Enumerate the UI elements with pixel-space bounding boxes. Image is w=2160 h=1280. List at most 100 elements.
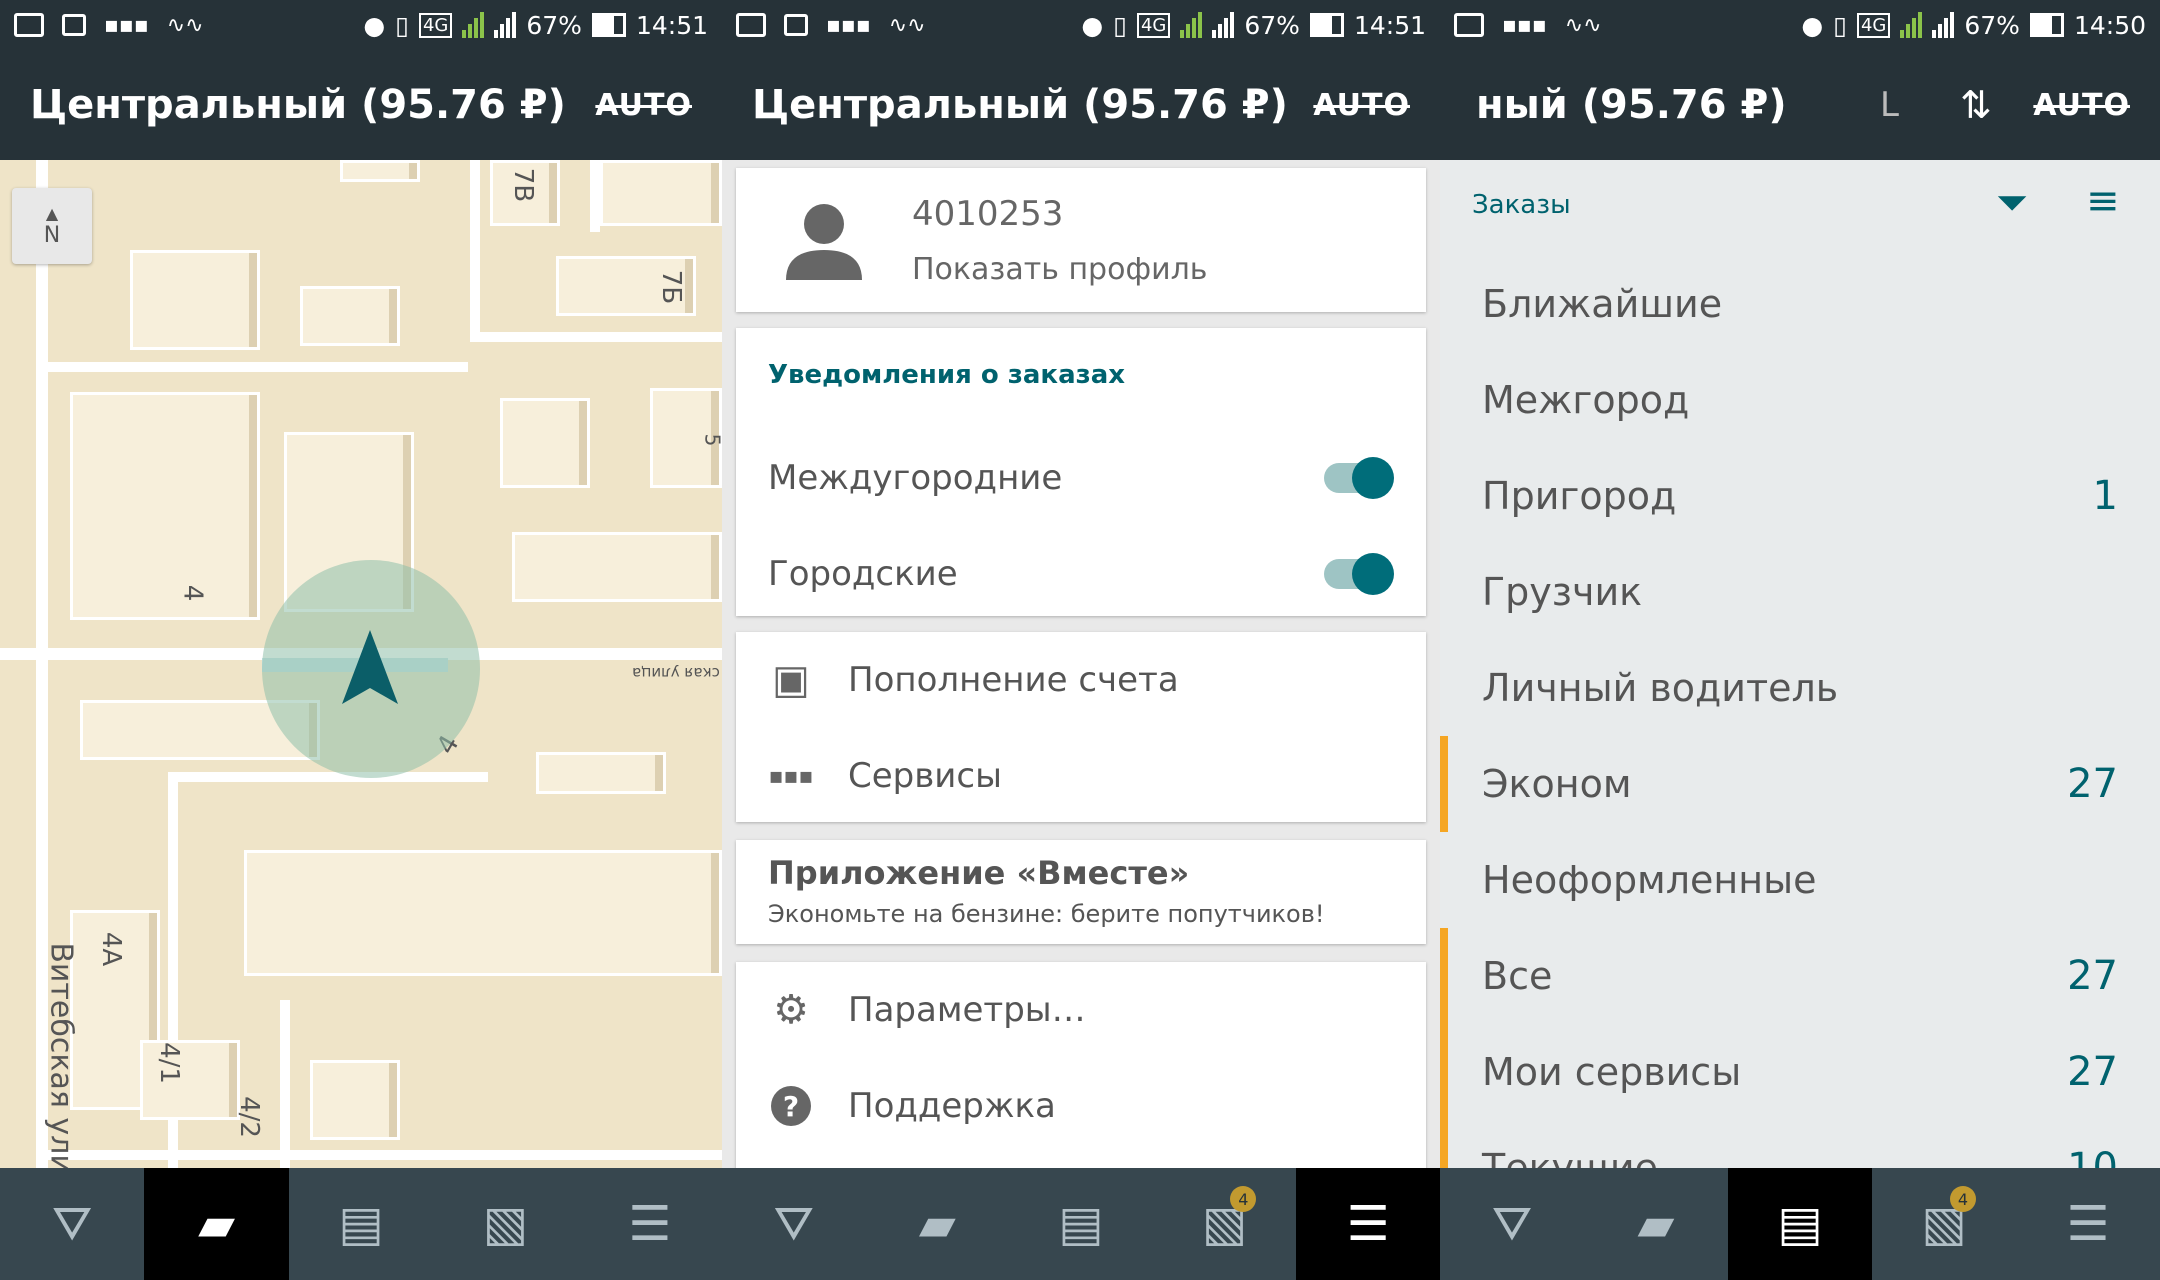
clock: 14:51	[1353, 10, 1426, 40]
list-item[interactable]: Пригород 1	[1440, 448, 2160, 544]
active-marker	[1440, 1024, 1448, 1120]
orders-list: Заказы ⏷ ≡ Ближайшие Межгород Пригород 1…	[1440, 160, 2160, 1216]
list-item-label: Межгород	[1482, 378, 1690, 422]
map-view[interactable]: 7В 7Б 4 4 4А 4/1 4/2 ская улица Витебска…	[0, 160, 722, 1168]
tab-chat[interactable]: ▧ 4	[1153, 1168, 1297, 1280]
tab-orders[interactable]: ▤	[289, 1168, 433, 1280]
tab-menu[interactable]: ☰	[2016, 1168, 2160, 1280]
page-title[interactable]: ный (95.76 ₽)	[1476, 82, 1787, 128]
sim2-signal-icon	[494, 12, 517, 38]
menu-item-topup[interactable]: ▣ Пополнение счета	[736, 632, 1426, 728]
auto-toggle-button[interactable]: AUTO	[595, 88, 692, 123]
battery-icon	[1309, 13, 1344, 37]
page-title[interactable]: Центральный (95.76 ₽)	[752, 82, 1288, 128]
wallet-icon: ▣	[772, 657, 810, 703]
sort-icon[interactable]: ≡	[2086, 178, 2120, 224]
sim1-signal-icon	[1900, 12, 1923, 38]
page-title[interactable]: Центральный (95.76 ₽)	[30, 82, 566, 128]
toggle-row-city[interactable]: Городские	[736, 526, 1426, 622]
laptop-icon	[1454, 13, 1484, 37]
compass-button[interactable]: ▲ N	[12, 188, 92, 264]
panel-orders: ▪▪▪ ∿∿ ● ▯ 4G 67% 14:50 ный (95.76 ₽) L …	[1440, 0, 2160, 1280]
image-icon	[784, 14, 808, 36]
taxi-icon: ▪▪▪	[104, 12, 149, 38]
tab-road[interactable]: ⛛	[1440, 1168, 1584, 1280]
menu-icon: ☰	[1346, 1196, 1390, 1252]
tab-menu[interactable]: ☰	[1296, 1168, 1440, 1280]
list-item[interactable]: Мои сервисы 27	[1440, 1024, 2160, 1120]
city-toggle[interactable]	[1324, 553, 1394, 595]
building	[500, 398, 590, 488]
map-label: 7Б	[656, 269, 687, 305]
auto-toggle-button[interactable]: AUTO	[2033, 88, 2130, 123]
list-item[interactable]: Все 27	[1440, 928, 2160, 1024]
list-item-count: 27	[2067, 953, 2118, 999]
panel-map: ▪▪▪ ∿∿ ● ▯ 4G 67% 14:51 Центральный (95.…	[0, 0, 722, 1280]
tab-road[interactable]: ⛛	[0, 1168, 144, 1280]
chat-icon: ▧	[482, 1196, 529, 1252]
map-label: 5	[700, 433, 722, 447]
tab-menu[interactable]: ☰	[578, 1168, 722, 1280]
panel-drawer: ▪▪▪ ∿∿ ● ▯ 4G 67% 14:51 Центральный (95.…	[722, 0, 1440, 1280]
list-item-label: Ближайшие	[1482, 282, 1723, 326]
menu-item-services[interactable]: ▪▪▪ Сервисы	[736, 728, 1426, 824]
tab-map[interactable]: ▰	[144, 1168, 289, 1280]
building	[310, 1060, 400, 1140]
chat-badge: 4	[1230, 1186, 1257, 1212]
list-item-label: Мои сервисы	[1482, 1050, 1742, 1094]
list-item[interactable]: Неоформленные	[1440, 832, 2160, 928]
notifications-header: Уведомления о заказах	[768, 360, 1126, 390]
battery-percent: 67%	[1244, 10, 1300, 40]
battery-icon	[2029, 13, 2064, 37]
list-item-label: Все	[1482, 954, 1553, 998]
taxi-icon: ▪▪▪	[768, 763, 814, 789]
list-item-label: Личный водитель	[1482, 666, 1839, 710]
road	[48, 1150, 722, 1160]
sim1-signal-icon	[1180, 12, 1203, 38]
app-bar: ный (95.76 ₽) L ⇅ AUTO	[1440, 50, 2160, 160]
clock: 14:50	[2073, 10, 2146, 40]
list-item[interactable]: Личный водитель	[1440, 640, 2160, 736]
toggle-label: Междугородние	[768, 458, 1063, 498]
menu-item-label: Параметры…	[848, 990, 1086, 1030]
map-label: 4	[177, 584, 208, 602]
menu-item-support[interactable]: ? Поддержка	[736, 1058, 1426, 1154]
profile-card[interactable]: 4010253 Показать профиль	[736, 168, 1426, 312]
tab-chat[interactable]: ▧	[433, 1168, 577, 1280]
tab-map[interactable]: ▰	[866, 1168, 1010, 1280]
tab-road[interactable]: ⛛	[722, 1168, 866, 1280]
road	[168, 772, 488, 782]
menu-item-label: Сервисы	[848, 756, 1002, 796]
orders-list-icon: ▤	[1777, 1196, 1823, 1252]
show-profile-link[interactable]: Показать профиль	[912, 252, 1207, 287]
network-type: 4G	[418, 12, 453, 38]
bottom-nav: ⛛ ▰ ▤ ▧ ☰	[0, 1168, 722, 1280]
list-item[interactable]: Межгород	[1440, 352, 2160, 448]
gear-icon: ⚙	[773, 987, 809, 1033]
tab-orders[interactable]: ▤	[1728, 1168, 1872, 1280]
laptop-icon	[14, 13, 44, 37]
list-item-label: Неоформленные	[1482, 858, 1817, 902]
map-label: 4А	[96, 931, 127, 967]
account-card: ▣ Пополнение счета ▪▪▪ Сервисы	[736, 632, 1426, 822]
list-item[interactable]: Ближайшие	[1440, 256, 2160, 352]
list-item[interactable]: Эконом 27	[1440, 736, 2160, 832]
street-label: Витебская улица	[43, 942, 79, 1168]
tab-map[interactable]: ▰	[1584, 1168, 1728, 1280]
tab-orders[interactable]: ▤	[1009, 1168, 1153, 1280]
map-icon: ▰	[1637, 1196, 1675, 1252]
swap-vertical-icon[interactable]: ⇅	[1960, 83, 1992, 127]
intercity-toggle[interactable]	[1324, 457, 1394, 499]
network-type: 4G	[1856, 12, 1891, 38]
promo-card[interactable]: Приложение «Вместе» Экономьте на бензине…	[736, 840, 1426, 944]
list-item[interactable]: Грузчик	[1440, 544, 2160, 640]
bottom-nav: ⛛ ▰ ▤ ▧ 4 ☰	[722, 1168, 1440, 1280]
filter-icon[interactable]: ⏷	[1996, 180, 2028, 226]
menu-item-settings[interactable]: ⚙ Параметры…	[736, 962, 1426, 1058]
chat-badge: 4	[1950, 1186, 1976, 1212]
taxi-icon: ▪▪▪	[826, 12, 871, 38]
toggle-row-intercity[interactable]: Междугородние	[736, 430, 1426, 526]
auto-toggle-button[interactable]: AUTO	[1313, 88, 1410, 123]
tab-chat[interactable]: ▧ 4	[1872, 1168, 2016, 1280]
partial-action-button[interactable]: L	[1880, 85, 1899, 125]
